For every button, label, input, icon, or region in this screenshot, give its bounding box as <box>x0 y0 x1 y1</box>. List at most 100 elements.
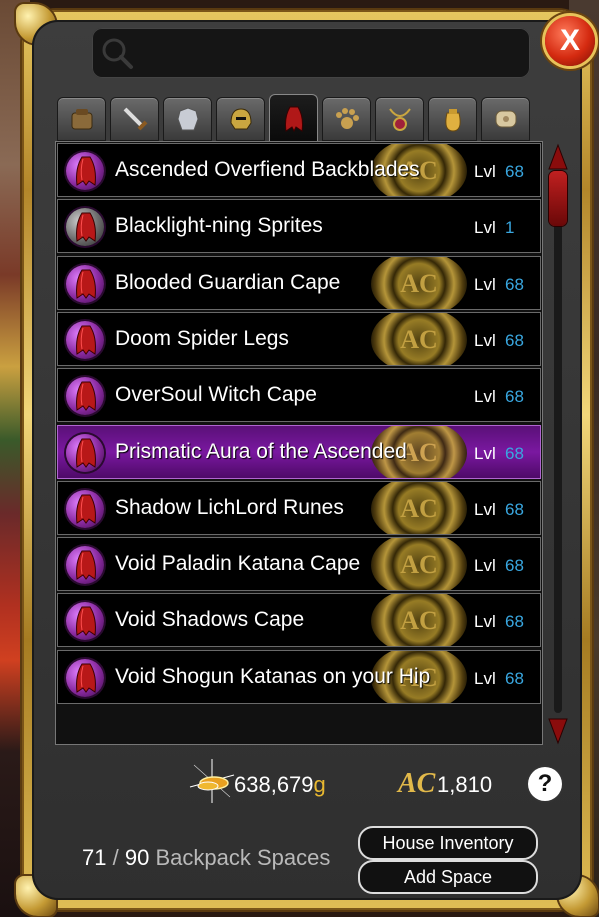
cape-icon <box>76 156 96 186</box>
item-name: OverSoul Witch Cape <box>115 383 317 407</box>
cape-icon <box>76 325 96 355</box>
backpack-spaces: 71 / 90 Backpack Spaces <box>82 845 330 871</box>
item-level: 68 <box>505 499 524 519</box>
item-name: Void Shadows Cape <box>115 608 305 632</box>
item-level-label: Lvl <box>474 162 496 181</box>
cape-icon <box>76 494 96 524</box>
add-space-button[interactable]: Add Space <box>358 860 538 894</box>
item-icon <box>66 264 104 303</box>
item-level: 68 <box>505 612 524 632</box>
list-item[interactable]: AC Prismatic Aura of the Ascended Lvl 68 <box>57 424 541 479</box>
item-level: 1 <box>505 218 515 238</box>
item-level-label: Lvl <box>474 612 496 632</box>
item-icon <box>66 208 104 247</box>
item-level-label: Lvl <box>474 499 496 519</box>
armor-icon <box>176 107 199 131</box>
item-level: 68 <box>505 162 524 181</box>
item-level-label: Lvl <box>474 668 496 688</box>
item-level: 68 <box>505 330 524 350</box>
close-button[interactable]: X <box>545 16 595 66</box>
list-item[interactable]: AC Void Paladin Katana Cape Lvl 68 <box>57 537 541 592</box>
sword-icon <box>123 107 147 131</box>
necklace-icon <box>388 108 411 131</box>
item-icon <box>66 658 104 697</box>
cape-icon <box>76 438 96 468</box>
scroll-thumb[interactable] <box>549 171 567 226</box>
cape-icon <box>76 606 96 637</box>
item-name: Prismatic Aura of the Ascended <box>115 439 407 463</box>
gold-coin-icon <box>189 759 235 803</box>
scroll-icon <box>495 110 516 128</box>
helm-tab[interactable] <box>216 97 265 141</box>
list-item[interactable]: AC Ascended Overfiend Backblades Lvl 68 <box>57 143 541 197</box>
item-icon <box>66 320 104 359</box>
list-item[interactable]: AC Void Shogun Katanas on your Hip Lvl 68 <box>57 649 541 704</box>
cape-icon <box>76 381 96 412</box>
item-name: Ascended Overfiend Backblades <box>115 158 420 181</box>
bag-icon <box>71 109 92 130</box>
ac-currency-icon: AC <box>398 768 436 799</box>
item-level: 68 <box>505 556 524 576</box>
item-icon <box>66 546 104 585</box>
item-name: Shadow LichLord Runes <box>115 495 344 519</box>
misc-tab[interactable] <box>481 97 530 141</box>
paw-icon <box>335 108 359 129</box>
search-icon <box>102 38 133 69</box>
backpack-separator: / <box>112 845 119 870</box>
backpack-label: Backpack Spaces <box>155 845 331 870</box>
list-item[interactable]: AC Shadow LichLord Runes Lvl 68 <box>57 480 541 535</box>
cape-icon <box>284 106 303 132</box>
armor-tab[interactable] <box>163 97 212 141</box>
pet-tab[interactable] <box>322 97 371 141</box>
list-item[interactable]: AC Void Shadows Cape Lvl 68 <box>57 593 541 648</box>
item-name: Void Paladin Katana Cape <box>115 552 361 576</box>
item-level-label: Lvl <box>474 443 496 463</box>
sack-icon <box>444 109 461 132</box>
item-icon <box>66 602 104 641</box>
cape-tab[interactable] <box>269 94 318 142</box>
scroll-down-arrow-icon[interactable] <box>548 715 568 745</box>
scroll-up-arrow-icon[interactable] <box>548 143 568 173</box>
list-item[interactable]: AC Doom Spider Legs Lvl 68 <box>57 311 541 366</box>
item-name: Blooded Guardian Cape <box>115 270 341 294</box>
gold-amount: 638,679g <box>234 772 326 797</box>
item-level: 68 <box>505 274 524 294</box>
item-level-label: Lvl <box>474 274 496 294</box>
item-name: Blacklight-ning Sprites <box>115 214 323 238</box>
cape-icon <box>76 212 96 243</box>
item-icon <box>66 489 104 528</box>
cape-icon <box>76 269 96 299</box>
scrollbar[interactable] <box>548 143 568 745</box>
item-icon <box>66 433 104 472</box>
ac-amount: 1,810 <box>437 772 493 797</box>
weapon-tab[interactable] <box>110 97 159 141</box>
item-level-label: Lvl <box>474 556 496 576</box>
item-level-label: Lvl <box>474 218 496 238</box>
helm-icon <box>229 108 252 130</box>
help-button[interactable]: ? <box>528 767 562 801</box>
house-inventory-button[interactable]: House Inventory <box>358 826 538 860</box>
item-level: 68 <box>505 387 524 407</box>
item-bag-tab[interactable] <box>428 97 477 141</box>
list-item[interactable]: AC Blooded Guardian Cape Lvl 68 <box>57 255 541 310</box>
list-item[interactable]: OverSoul Witch Cape Lvl 68 <box>57 368 541 423</box>
gold-unit: g <box>313 772 326 797</box>
bag-tab[interactable] <box>57 97 106 141</box>
item-level: 68 <box>505 668 524 688</box>
item-name: Doom Spider Legs <box>115 326 289 350</box>
backpack-total: 90 <box>124 845 150 870</box>
item-list: AC Ascended Overfiend Backblades Lvl 68 Blac… <box>55 141 543 745</box>
backpack-used: 71 <box>82 845 107 870</box>
search-input[interactable] <box>92 28 530 78</box>
item-icon <box>66 152 104 190</box>
scroll-rail <box>554 173 562 713</box>
necklace-tab[interactable] <box>375 97 424 141</box>
item-level: 68 <box>505 443 524 463</box>
cape-icon <box>76 550 96 580</box>
cape-icon <box>76 663 96 693</box>
item-level-label: Lvl <box>474 330 496 350</box>
item-name: Void Shogun Katanas on your Hip <box>115 664 431 688</box>
item-icon <box>66 377 104 416</box>
list-item[interactable]: Blacklight-ning Sprites Lvl 1 <box>57 199 541 254</box>
item-level-label: Lvl <box>474 387 496 407</box>
